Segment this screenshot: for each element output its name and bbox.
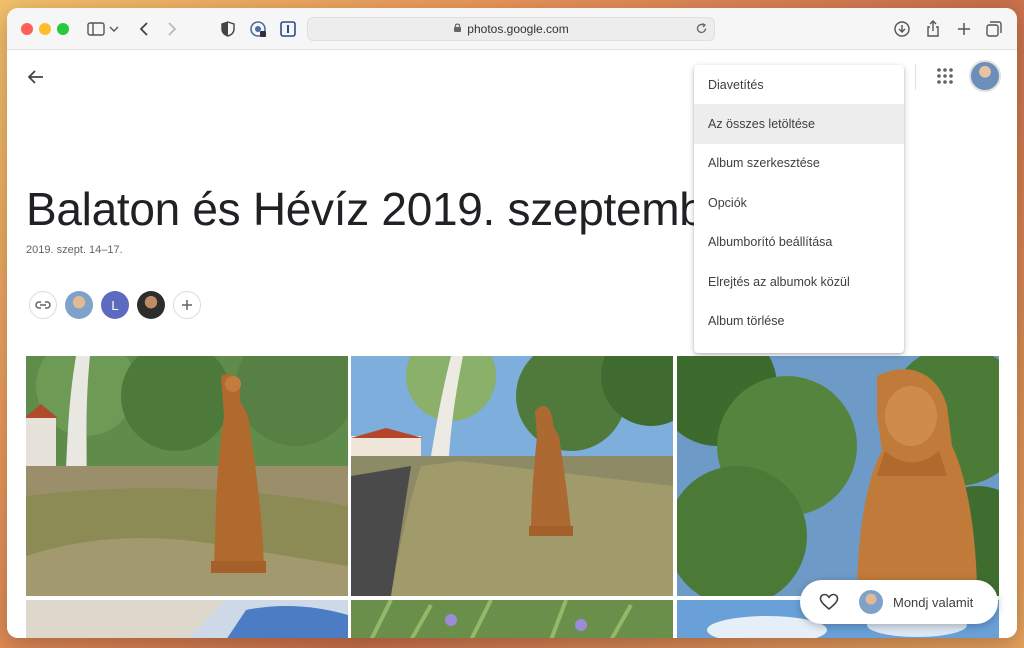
menu-item-download-all[interactable]: Az összes letöltése	[694, 104, 904, 144]
photo-thumbnail[interactable]	[351, 356, 673, 596]
menu-item-hide-album[interactable]: Elrejtés az albumok közül	[694, 262, 904, 301]
menu-item-edit-album[interactable]: Album szerkesztése	[694, 144, 904, 183]
account-avatar[interactable]	[969, 60, 1001, 92]
menu-item-delete-album[interactable]: Album törlése	[694, 301, 904, 340]
plus-icon[interactable]	[173, 291, 201, 319]
new-tab-icon[interactable]	[953, 18, 975, 40]
comment-pill: Mondj valamit	[800, 580, 998, 624]
photo-thumbnail[interactable]	[677, 356, 999, 596]
minimize-window-button[interactable]	[39, 23, 51, 35]
member-avatar-initial[interactable]: L	[101, 291, 129, 319]
album-options-menu: Diavetítés Az összes letöltése Album sze…	[694, 65, 904, 353]
menu-item-slideshow[interactable]: Diavetítés	[694, 65, 904, 104]
password-extension-icon[interactable]	[247, 18, 269, 40]
arrow-left-icon[interactable]	[25, 66, 47, 88]
address-url: photos.google.com	[467, 22, 569, 36]
reader-extension-icon[interactable]	[277, 18, 299, 40]
browser-window: photos.google.com Balaton és Hévíz 2019.…	[7, 8, 1017, 638]
photo-thumbnail[interactable]	[351, 600, 673, 638]
photo-thumbnail[interactable]	[26, 600, 348, 638]
album-title: Balaton és Hévíz 2019. szeptember	[26, 183, 745, 235]
apps-grid-icon[interactable]	[935, 66, 955, 86]
link-icon[interactable]	[29, 291, 57, 319]
zoom-window-button[interactable]	[57, 23, 69, 35]
menu-item-options[interactable]: Opciók	[694, 183, 904, 222]
menu-item-set-cover[interactable]: Albumborító beállítása	[694, 223, 904, 262]
comment-input[interactable]: Mondj valamit	[893, 595, 973, 610]
reload-icon[interactable]	[695, 22, 708, 38]
member-avatar[interactable]	[65, 291, 93, 319]
lock-icon	[453, 22, 462, 36]
sidebar-icon[interactable]	[85, 18, 107, 40]
header-divider	[915, 64, 916, 90]
shield-icon[interactable]	[217, 18, 239, 40]
close-window-button[interactable]	[21, 23, 33, 35]
album-date: 2019. szept. 14–17.	[26, 244, 123, 256]
photos-page: Balaton és Hévíz 2019. szeptember 2019. …	[7, 50, 1017, 638]
comment-avatar	[859, 590, 883, 614]
member-avatar[interactable]	[137, 291, 165, 319]
forward-nav-icon[interactable]	[161, 18, 183, 40]
heart-icon[interactable]	[819, 592, 839, 612]
back-nav-icon[interactable]	[133, 18, 155, 40]
chevron-down-icon[interactable]	[107, 18, 121, 40]
address-bar[interactable]: photos.google.com	[307, 17, 715, 41]
browser-toolbar: photos.google.com	[7, 8, 1017, 50]
share-icon[interactable]	[922, 18, 944, 40]
download-icon[interactable]	[891, 18, 913, 40]
tab-overview-icon[interactable]	[983, 18, 1005, 40]
photo-thumbnail[interactable]	[26, 356, 348, 596]
album-share-row: L	[29, 290, 201, 320]
